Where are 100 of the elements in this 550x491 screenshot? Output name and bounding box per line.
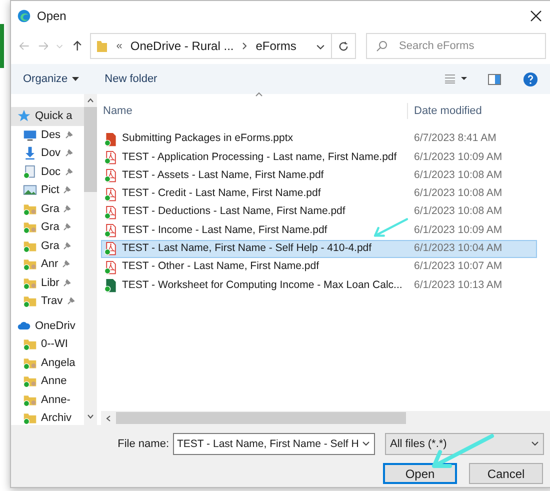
pdf-file-icon xyxy=(104,241,118,256)
star-icon xyxy=(17,109,31,124)
address-bar[interactable]: « OneDrive - Rural ... eForms xyxy=(90,33,332,59)
browser-logo-icon xyxy=(17,9,31,23)
nav-item[interactable]: Anne xyxy=(11,372,84,390)
scroll-left-icon[interactable] xyxy=(106,414,111,422)
file-row[interactable]: TEST - Other - Last Name, First Name.pdf 6/1/2023 10:07 AM xyxy=(101,258,537,276)
pdf-file-icon xyxy=(104,260,118,275)
column-header[interactable]: Date modified xyxy=(407,102,482,119)
nav-item[interactable]: Trav xyxy=(11,292,84,310)
file-row[interactable]: TEST - Deductions - Last Name, First Name.pdf 6/1/2023 10:08 AM xyxy=(101,203,537,222)
nav-item[interactable]: Gra xyxy=(11,218,84,236)
nav-item[interactable]: Gra xyxy=(11,200,84,218)
pdf-file-icon xyxy=(104,186,118,202)
file-date: 6/1/2023 10:08 AM xyxy=(413,204,502,220)
folder-icon xyxy=(23,337,37,352)
file-date: 6/1/2023 10:09 AM xyxy=(413,222,502,238)
shared-folder-icon xyxy=(23,392,37,407)
nav-item[interactable]: Pict xyxy=(11,181,84,200)
file-name: Submitting Packages in eForms.pptx xyxy=(122,131,293,146)
nav-item[interactable]: Angela xyxy=(11,354,84,372)
nav-item[interactable]: OneDriv xyxy=(11,316,84,335)
preview-pane-icon[interactable] xyxy=(488,74,501,84)
folder-icon xyxy=(96,39,108,53)
arrow-annotation xyxy=(372,217,410,239)
file-name: TEST - Last Name, First Name - Self Help - 410-4.pdf xyxy=(122,241,372,256)
search-field[interactable]: Search eForms xyxy=(366,33,546,59)
nav-item[interactable]: Gra xyxy=(11,236,84,255)
file-row[interactable]: Submitting Packages in eForms.pptx 6/7/2023 8:41 AM xyxy=(101,130,537,148)
file-row[interactable]: TEST - Worksheet for Computing Income - Max Loan Calc... 6/1/2023 10:13 AM xyxy=(101,276,537,295)
nav-item[interactable]: Archiv xyxy=(11,409,84,425)
new-folder-button[interactable]: New folder xyxy=(104,70,158,88)
shared-folder-icon xyxy=(23,356,37,370)
file-name: TEST - Credit - Last Name, First Name.pdf xyxy=(122,186,321,202)
file-date: 6/1/2023 10:08 AM xyxy=(413,186,502,202)
open-button[interactable]: Open xyxy=(383,463,457,484)
file-name-field[interactable]: TEST - Last Name, First Name - Self H xyxy=(173,433,375,455)
pdf-file-icon xyxy=(104,168,118,184)
file-name: TEST - Other - Last Name, First Name.pdf xyxy=(122,259,320,274)
view-options-icon[interactable] xyxy=(444,74,468,84)
sort-caret-icon xyxy=(255,92,263,97)
chevron-right-icon xyxy=(242,42,248,50)
up-arrow-icon[interactable] xyxy=(72,40,82,52)
shared-folder-icon xyxy=(23,202,37,216)
column-header[interactable]: Name xyxy=(101,102,407,119)
chevron-down-icon[interactable] xyxy=(362,441,370,447)
folder-icon xyxy=(23,411,37,425)
spreadsheet-file-icon xyxy=(104,278,118,294)
file-name: TEST - Worksheet for Computing Income - Max Loan Calc... xyxy=(122,278,402,293)
breadcrumb[interactable]: OneDrive - Rural ... xyxy=(130,37,234,55)
nav-item[interactable]: Anr xyxy=(11,255,84,274)
shared-folder-icon xyxy=(23,374,37,388)
file-row[interactable]: TEST - Income - Last Name, First Name.pdf 6/1/2023 10:09 AM xyxy=(101,221,537,240)
scrollbar-thumb[interactable] xyxy=(116,412,406,424)
presentation-file-icon xyxy=(104,132,118,147)
refresh-button[interactable] xyxy=(330,33,356,59)
scrollbar-thumb[interactable] xyxy=(84,107,97,192)
search-icon xyxy=(376,40,388,52)
file-row[interactable]: TEST - Application Processing - Last name, First Name.pdf 6/1/2023 10:09 AM xyxy=(101,148,537,167)
pdf-file-icon xyxy=(104,204,118,220)
nav-item[interactable]: 0--WI xyxy=(11,335,84,354)
file-date: 6/1/2023 10:04 AM xyxy=(413,241,502,256)
shared-folder-icon xyxy=(23,276,37,290)
file-type-dropdown[interactable]: All files (*.*) xyxy=(385,433,544,455)
file-date: 6/1/2023 10:13 AM xyxy=(413,278,502,293)
breadcrumb[interactable]: eForms xyxy=(256,37,296,55)
file-date: 6/1/2023 10:08 AM xyxy=(413,168,502,183)
file-name: TEST - Assets - Last Name, First Name.pdf xyxy=(122,168,324,183)
cancel-button[interactable]: Cancel xyxy=(469,463,543,484)
nav-item[interactable]: Libr xyxy=(11,274,84,292)
document-icon xyxy=(23,164,37,179)
file-name: TEST - Income - Last Name, First Name.pdf xyxy=(122,222,328,238)
file-name-label: File name: xyxy=(116,436,169,452)
nav-item[interactable]: Quick a xyxy=(11,107,84,126)
file-row[interactable]: TEST - Credit - Last Name, First Name.pdf 6/1/2023 10:08 AM xyxy=(101,184,537,204)
window-title: Open xyxy=(37,8,66,25)
caret-icon xyxy=(72,77,79,81)
scroll-up-icon[interactable] xyxy=(87,98,94,103)
desktop-icon xyxy=(23,128,37,142)
file-date: 6/1/2023 10:09 AM xyxy=(413,150,502,165)
pictures-icon xyxy=(23,183,37,198)
pdf-file-icon xyxy=(104,150,118,165)
file-name: TEST - Deductions - Last Name, First Name.pdf xyxy=(122,204,346,220)
nav-item[interactable]: Doc xyxy=(11,162,84,181)
file-row[interactable]: TEST - Assets - Last Name, First Name.pdf 6/1/2023 10:08 AM xyxy=(101,166,537,185)
nav-item[interactable]: Anne- xyxy=(11,390,84,409)
file-date: 6/7/2023 8:41 AM xyxy=(413,131,496,146)
organize-button[interactable]: Organize xyxy=(23,70,79,88)
file-row[interactable]: TEST - Last Name, First Name - Self Help - 410-4.pdf 6/1/2023 10:04 AM xyxy=(101,240,537,258)
download-icon xyxy=(23,146,37,160)
file-name: TEST - Application Processing - Last name, First Name.pdf xyxy=(122,150,397,165)
pdf-file-icon xyxy=(104,223,118,238)
nav-item[interactable]: Des xyxy=(11,126,84,144)
close-icon[interactable] xyxy=(530,10,542,22)
scroll-down-icon[interactable] xyxy=(87,414,94,419)
help-icon[interactable] xyxy=(523,72,538,86)
breadcrumb-overflow[interactable]: « xyxy=(116,38,122,54)
refresh-icon xyxy=(338,40,349,52)
file-date: 6/1/2023 10:07 AM xyxy=(413,259,502,274)
nav-item[interactable]: Dov xyxy=(11,144,84,162)
